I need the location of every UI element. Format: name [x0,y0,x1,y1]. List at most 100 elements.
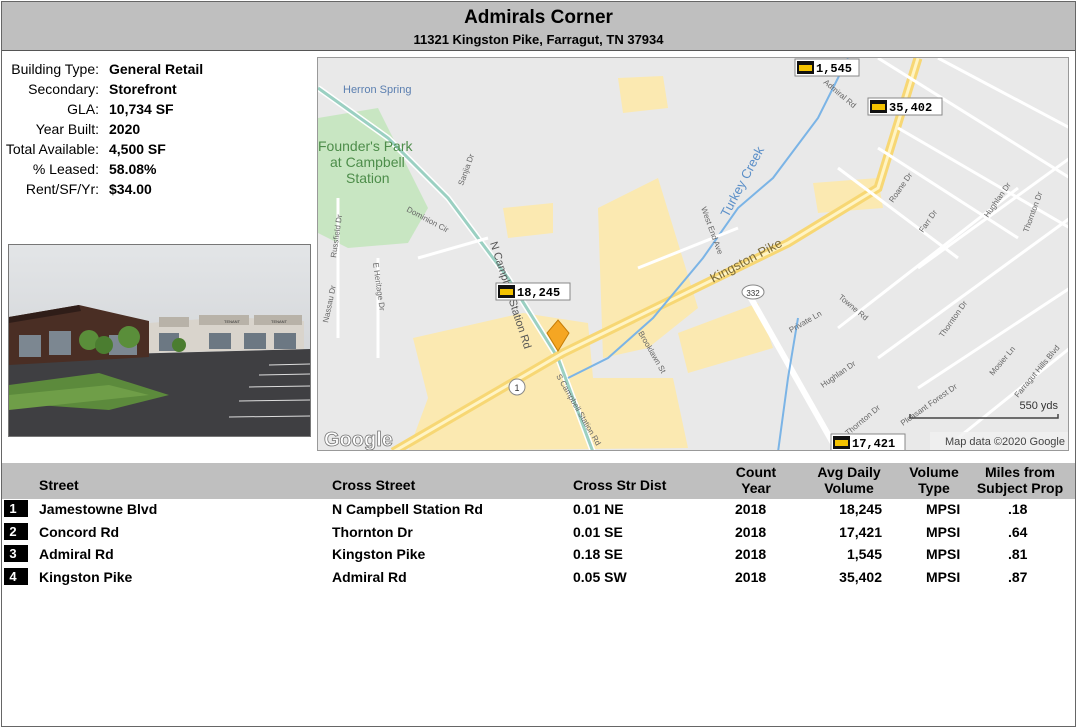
cell-street: Concord Rd [39,523,120,540]
detail-row-year-built: Year Built: 2020 [4,119,203,139]
map-park-label: at Campbell [330,154,405,170]
traffic-count-callout: 17,421 [830,433,906,450]
cell-miles: .64 [1008,523,1028,540]
traffic-count-value: 35,402 [889,101,932,115]
detail-row-gla: GLA: 10,734 SF [4,99,203,119]
map-scale-label: 550 yds [1019,400,1058,412]
cell-avg-daily: 35,402 [839,568,882,585]
cell-volume-type: MPSI [926,546,961,562]
cell-street: Kingston Pike [39,568,133,585]
us-route-shield-icon: 1 [508,378,526,396]
cell-count-year: 2018 [735,501,767,517]
cell-count-year: 2018 [735,523,767,540]
state-route-shield-icon: 332 [741,284,765,300]
detail-row-leased: % Leased: 58.08% [4,159,203,179]
cell-cross-dist: 0.01 NE [573,501,624,517]
property-photo: TENANT TENANT [8,244,311,437]
cell-volume-type: MPSI [926,501,961,517]
row-number: 1 [4,500,28,517]
cell-volume-type: MPSI [926,568,961,585]
cell-count-year: 2018 [735,546,767,562]
route-number: 1 [514,383,519,393]
detail-value: 10,734 SF [109,101,174,117]
cell-miles: .87 [1008,568,1028,585]
column-header-volume-type: Volume Type [899,464,969,496]
traffic-count-value: 18,245 [517,286,560,300]
cell-miles: .81 [1008,546,1028,562]
property-address: 11321 Kingston Pike, Farragut, TN 37934 [413,32,664,47]
cell-volume-type: MPSI [926,523,961,540]
property-details: Building Type: General Retail Secondary:… [4,59,203,199]
header-line: Subject Prop [976,480,1064,496]
cell-avg-daily: 17,421 [839,523,882,540]
detail-row-secondary: Secondary: Storefront [4,79,203,99]
header-line: Miles from [984,464,1055,480]
detail-value: 58.08% [109,161,157,177]
location-map[interactable]: Herron Spring Founder's Park at Campbell… [317,57,1069,451]
map-park-label: Station [346,170,390,186]
cell-miles: .18 [1008,501,1028,517]
traffic-count-table: Street Cross Street Cross Str Dist Count… [2,463,1075,589]
traffic-count-callout: 18,245 [495,282,571,301]
cell-cross-dist: 0.05 SW [573,568,627,585]
cell-street: Jamestowne Blvd [39,501,158,517]
detail-row-total-available: Total Available: 4,500 SF [4,139,203,159]
table-header: Street Cross Street Cross Str Dist Count… [2,463,1075,499]
cell-cross-dist: 0.01 SE [573,523,623,540]
table-row: 3 Admiral Rd Kingston Pike 0.18 SE 2018 … [2,544,1075,567]
column-header-cross-dist: Cross Str Dist [573,477,667,493]
map-canvas: Herron Spring Founder's Park at Campbell… [318,58,1068,451]
detail-value: 2020 [109,121,141,137]
map-attribution: Map data ©2020 Google [945,436,1065,448]
traffic-count-callout: 35,402 [867,97,943,116]
row-number: 4 [4,567,28,585]
cell-street: Admiral Rd [39,546,114,562]
header-line: Volume [909,464,959,480]
detail-label: Secondary: [28,81,99,97]
table-row: 4 Kingston Pike Admiral Rd 0.05 SW 2018 … [2,567,1075,590]
detail-label: % Leased: [32,161,99,177]
route-number: 332 [746,289,760,298]
building-rendering-image: TENANT TENANT [9,245,310,436]
cell-cross-street: Kingston Pike [332,546,426,562]
header-line: Type [918,480,950,496]
traffic-count-value: 1,545 [816,62,852,76]
cell-cross-street: N Campbell Station Rd [332,501,483,517]
detail-row-building-type: Building Type: General Retail [4,59,203,79]
traffic-count-callout: 1,545 [794,58,860,77]
cell-cross-street: Thornton Dr [332,523,413,540]
report-page: Admirals Corner 11321 Kingston Pike, Far… [1,1,1076,727]
column-header-miles: Miles from Subject Prop [970,464,1070,496]
column-header-count-year: Count Year [724,464,788,496]
header-line: Year [741,480,771,496]
google-logo: Google [324,429,393,451]
cell-cross-dist: 0.18 SE [573,546,623,562]
column-header-cross-street: Cross Street [332,477,416,493]
cell-count-year: 2018 [735,568,767,585]
detail-label: Year Built: [35,121,99,137]
detail-label: Total Available: [5,141,99,157]
detail-value: $34.00 [109,181,152,197]
table-row: 2 Concord Rd Thornton Dr 0.01 SE 2018 17… [2,522,1075,545]
row-number: 2 [4,522,28,540]
report-header: Admirals Corner 11321 Kingston Pike, Far… [2,2,1075,51]
detail-label: Rent/SF/Yr: [25,181,99,197]
tenant-sign: TENANT [224,319,241,324]
row-number: 3 [4,545,28,562]
detail-label: Building Type: [11,61,99,77]
cell-avg-daily: 1,545 [846,546,882,562]
detail-value: General Retail [109,61,204,77]
detail-label: GLA: [67,101,99,117]
map-place-label: Herron Spring [343,84,411,96]
map-park-label: Founder's Park [318,138,413,154]
header-line: Count [735,464,777,480]
header-line: Avg Daily [817,464,881,480]
header-line: Volume [824,480,874,496]
column-header-avg-daily: Avg Daily Volume [804,464,894,496]
column-header-street: Street [39,477,79,493]
cell-cross-street: Admiral Rd [332,568,407,585]
detail-value: 4,500 SF [109,141,166,157]
property-title: Admirals Corner [464,7,613,28]
cell-avg-daily: 18,245 [839,501,882,517]
detail-value: Storefront [109,81,177,97]
